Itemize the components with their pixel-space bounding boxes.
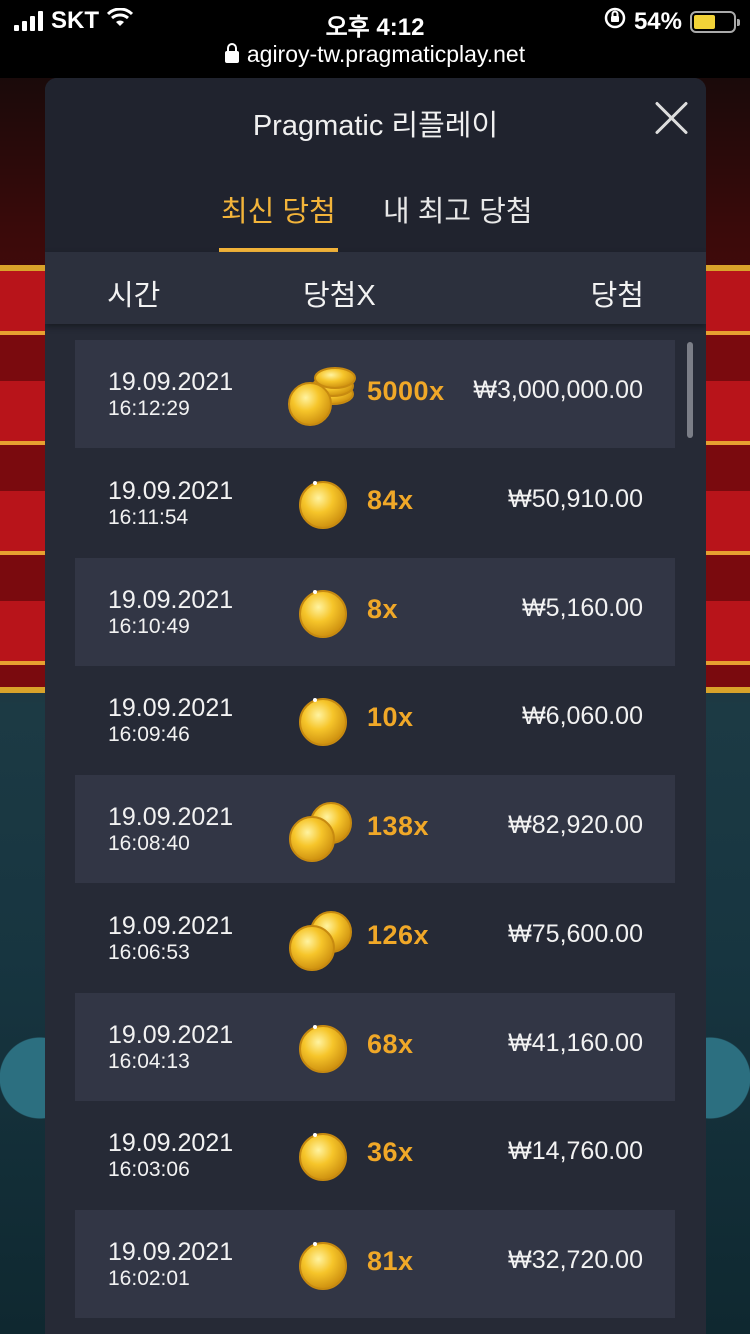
win-time: 16:06:53 [108, 940, 190, 964]
win-time: 16:04:13 [108, 1049, 190, 1073]
rotation-lock-icon [604, 7, 626, 36]
win-time: 16:09:46 [108, 723, 190, 747]
column-header-win: 당첨 [590, 280, 644, 312]
win-multiplier: 84x [367, 484, 414, 515]
win-multiplier: 126x [367, 919, 430, 950]
replay-modal: Pragmatic 리플레이 최신 당첨 내 최고 당첨 시간 당첨X 당첨 1… [45, 78, 706, 1334]
win-date: 19.09.2021 [108, 476, 234, 505]
status-bar: SKT 오후 4:12 54% [0, 0, 750, 41]
coin-icon [299, 1024, 347, 1073]
list-item[interactable]: 19.09.2021 16:06:53 126x ₩75,600.00 [75, 884, 675, 992]
win-date: 19.09.2021 [108, 911, 234, 940]
win-multiplier: 138x [367, 811, 430, 841]
coin-icon [299, 1242, 347, 1290]
coin-icon [299, 589, 347, 638]
win-date: 19.09.2021 [108, 368, 234, 396]
win-date: 19.09.2021 [108, 803, 234, 831]
win-multiplier: 5000x [367, 376, 445, 406]
battery-icon [690, 10, 740, 33]
win-multiplier: 36x [367, 1137, 414, 1168]
url-text: agiroy-tw.pragmaticplay.net [246, 41, 526, 67]
coin-icon [299, 480, 347, 529]
list-item[interactable]: 19.09.2021 16:09:46 10x ₩6,060.00 [75, 666, 675, 774]
battery-percent: 54% [633, 7, 682, 35]
column-headers: 시간 당첨X 당첨 [45, 252, 706, 324]
scrollbar[interactable] [687, 342, 693, 438]
win-date: 19.09.2021 [108, 585, 234, 614]
list-item[interactable]: 19.09.2021 16:12:29 5000x ₩3,000,000.00 [75, 340, 675, 448]
win-time: 16:02:01 [108, 1267, 190, 1290]
win-amount: ₩75,600.00 [508, 919, 643, 948]
win-amount: ₩41,160.00 [508, 1028, 643, 1057]
win-multiplier: 81x [367, 1246, 414, 1276]
win-amount: ₩3,000,000.00 [473, 376, 643, 404]
win-list[interactable]: 19.09.2021 16:12:29 5000x ₩3,000,000.00 19.0… [75, 340, 675, 1334]
tab-bar: 최신 당첨 내 최고 당첨 [45, 162, 706, 252]
coins-icon [289, 802, 352, 862]
tab-latest-wins[interactable]: 최신 당첨 [219, 188, 338, 252]
win-time: 16:12:29 [108, 397, 190, 420]
list-item[interactable]: 19.09.2021 16:10:49 8x ₩5,160.00 [75, 557, 675, 666]
win-time: 16:10:49 [108, 614, 190, 638]
win-amount: ₩5,160.00 [522, 593, 643, 622]
modal-header: Pragmatic 리플레이 [45, 78, 706, 162]
coin-stack-icon [288, 367, 356, 426]
list-item[interactable]: 19.09.2021 16:02:01 81x ₩32,720.00 [75, 1210, 675, 1318]
url-bar[interactable]: agiroy-tw.pragmaticplay.net [0, 40, 750, 78]
win-time: 16:03:06 [108, 1158, 190, 1182]
coin-icon [299, 1133, 347, 1182]
coins-icon [289, 910, 352, 971]
win-date: 19.09.2021 [108, 1238, 234, 1266]
win-time: 16:11:54 [108, 505, 189, 529]
reel-strip-left [0, 265, 46, 693]
column-header-time: 시간 [107, 280, 161, 312]
win-multiplier: 68x [367, 1028, 414, 1059]
tab-my-best-wins[interactable]: 내 최고 당첨 [383, 188, 533, 248]
win-date: 19.09.2021 [108, 1020, 234, 1049]
reel-strip-right [704, 265, 750, 693]
win-amount: ₩14,760.00 [508, 1137, 643, 1166]
win-date: 19.09.2021 [108, 694, 234, 723]
lock-icon [224, 43, 239, 63]
list-item[interactable]: 19.09.2021 16:04:13 68x ₩41,160.00 [75, 992, 675, 1101]
coin-icon [299, 698, 347, 747]
win-date: 19.09.2021 [108, 1129, 234, 1158]
list-item[interactable]: 19.09.2021 16:03:06 36x ₩14,760.00 [75, 1101, 675, 1209]
list-item[interactable]: 19.09.2021 16:11:54 84x ₩50,910.00 [75, 449, 675, 557]
win-time: 16:08:40 [108, 832, 190, 855]
win-multiplier: 10x [367, 702, 414, 733]
modal-title: Pragmatic 리플레이 [252, 110, 499, 142]
win-amount: ₩50,910.00 [508, 484, 643, 513]
win-amount: ₩82,920.00 [508, 811, 643, 839]
list-item[interactable]: 19.09.2021 16:08:40 138x ₩82,920.00 [75, 775, 675, 883]
win-amount: ₩6,060.00 [522, 702, 643, 731]
win-amount: ₩32,720.00 [508, 1246, 643, 1274]
win-multiplier: 8x [367, 593, 399, 624]
column-header-multiplier: 당첨X [303, 280, 376, 312]
close-icon[interactable] [652, 98, 692, 138]
